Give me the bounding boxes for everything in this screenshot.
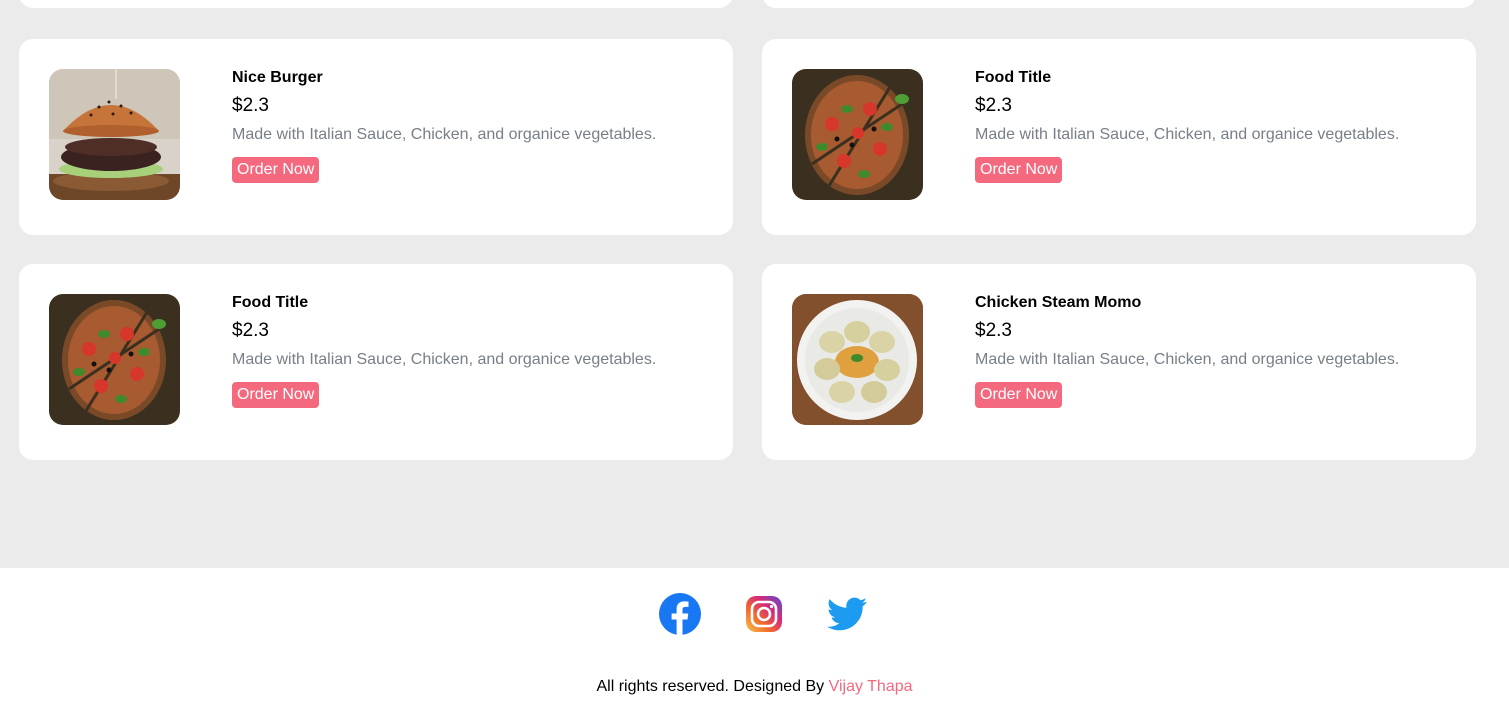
- food-price: $2.3: [232, 320, 269, 341]
- food-info: Food Title $2.3 Made with Italian Sauce,…: [232, 293, 656, 408]
- footer: All rights reserved. Designed By Vijay T…: [0, 568, 1509, 706]
- food-card-partial: [762, 0, 1476, 8]
- facebook-icon[interactable]: [658, 592, 702, 636]
- momo-photo: [792, 294, 923, 425]
- pizza-photo: [792, 69, 923, 200]
- burger-photo: [49, 69, 180, 200]
- copyright-text: All rights reserved. Designed By Vijay T…: [0, 678, 1509, 696]
- food-title: Nice Burger: [232, 69, 323, 86]
- order-now-button[interactable]: Order Now: [975, 157, 1063, 183]
- food-price: $2.3: [232, 95, 269, 116]
- food-info: Chicken Steam Momo $2.3 Made with Italia…: [975, 293, 1399, 408]
- food-menu-section: Nice Burger $2.3 Made with Italian Sauce…: [0, 0, 1509, 568]
- food-title: Food Title: [232, 294, 309, 311]
- food-card-partial: [19, 0, 733, 8]
- food-description: Made with Italian Sauce, Chicken, and or…: [975, 351, 1400, 368]
- copyright-label: All rights reserved. Designed By: [596, 678, 829, 695]
- order-now-button[interactable]: Order Now: [232, 382, 320, 408]
- food-description: Made with Italian Sauce, Chicken, and or…: [232, 351, 657, 368]
- food-price: $2.3: [975, 95, 1012, 116]
- food-title: Chicken Steam Momo: [975, 294, 1142, 311]
- food-price: $2.3: [975, 320, 1012, 341]
- food-card: Nice Burger $2.3 Made with Italian Sauce…: [19, 39, 733, 235]
- designer-link[interactable]: Vijay Thapa: [829, 678, 913, 695]
- food-info: Food Title $2.3 Made with Italian Sauce,…: [975, 68, 1399, 183]
- instagram-icon[interactable]: [742, 592, 786, 636]
- order-now-button[interactable]: Order Now: [232, 157, 320, 183]
- order-now-button[interactable]: Order Now: [975, 382, 1063, 408]
- food-card: Food Title $2.3 Made with Italian Sauce,…: [19, 264, 733, 460]
- food-card: Food Title $2.3 Made with Italian Sauce,…: [762, 39, 1476, 235]
- food-info: Nice Burger $2.3 Made with Italian Sauce…: [232, 68, 656, 183]
- pizza-photo: [49, 294, 180, 425]
- social-links: [0, 592, 1509, 636]
- food-card: Chicken Steam Momo $2.3 Made with Italia…: [762, 264, 1476, 460]
- twitter-icon[interactable]: [825, 592, 869, 636]
- food-title: Food Title: [975, 69, 1052, 86]
- food-description: Made with Italian Sauce, Chicken, and or…: [975, 126, 1400, 143]
- food-description: Made with Italian Sauce, Chicken, and or…: [232, 126, 657, 143]
